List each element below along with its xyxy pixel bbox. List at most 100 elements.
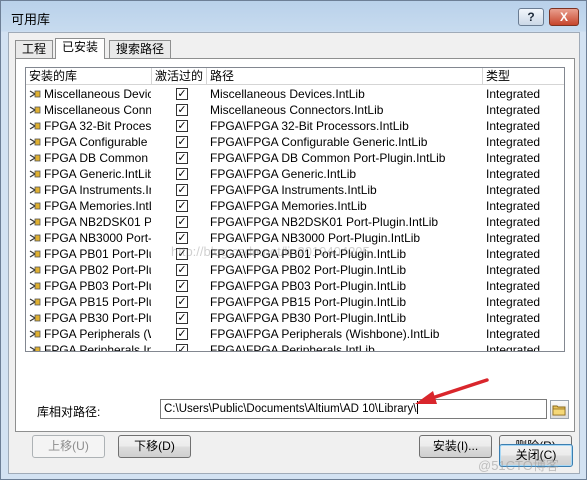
activated-cell: ✓ <box>152 166 207 182</box>
table-row[interactable]: FPGA PB30 Port-Plugin.IntLib ✓ FPGA\FPGA P… <box>26 310 564 326</box>
table-row[interactable]: FPGA 32-Bit Processors.IntLib ✓ FPGA\FPGA … <box>26 118 564 134</box>
library-type: Integrated <box>486 295 541 309</box>
installed-libraries-list[interactable]: 安装的库 激活过的 路径 类型 Miscellaneous Devices.In… <box>25 67 565 352</box>
library-plug-icon <box>29 202 41 210</box>
text-caret <box>417 401 419 414</box>
library-path: FPGA\FPGA Instruments.IntLib <box>210 183 377 197</box>
tab-project[interactable]: 工程 <box>15 40 54 59</box>
activated-cell: ✓ <box>152 342 207 351</box>
table-row[interactable]: FPGA PB03 Port-Plugin.IntLib ✓ FPGA\FPGA P… <box>26 278 564 294</box>
library-path: FPGA\FPGA Peripherals.IntLib <box>210 343 375 352</box>
library-plug-icon <box>29 298 41 306</box>
library-name: FPGA DB Common Port-Plugin.IntLib <box>44 151 151 165</box>
column-header-path[interactable]: 路径 <box>207 68 483 85</box>
library-name-cell: FPGA DB Common Port-Plugin.IntLib <box>26 150 151 166</box>
library-plug-icon <box>29 266 41 274</box>
library-type: Integrated <box>486 119 541 133</box>
library-plug-icon <box>29 346 41 351</box>
help-button[interactable]: ? <box>518 8 544 26</box>
title-bar[interactable]: 可用库 ? X <box>1 1 586 32</box>
move-up-button[interactable]: 上移(U) <box>32 435 105 458</box>
activated-checkbox[interactable]: ✓ <box>176 104 188 116</box>
watermark-url: http://blog.csdn.net/lin2010404205 <box>171 244 370 259</box>
activated-checkbox[interactable]: ✓ <box>176 88 188 100</box>
table-row[interactable]: FPGA DB Common Port-Plugin.IntLib ✓ FPGA\F… <box>26 150 564 166</box>
tab-installed[interactable]: 已安装 <box>55 38 106 59</box>
table-row[interactable]: Miscellaneous Devices.IntLib ✓ Miscellaneo… <box>26 86 564 102</box>
library-name-cell: FPGA Configurable Generic.IntLib <box>26 134 151 150</box>
table-row[interactable]: FPGA PB15 Port-Plugin.IntLib ✓ FPGA\FPGA P… <box>26 294 564 310</box>
table-row[interactable]: FPGA Generic.IntLib ✓ FPGA\FPGA Generic.In… <box>26 166 564 182</box>
library-name-cell: FPGA Generic.IntLib <box>26 166 151 182</box>
column-header-activated[interactable]: 激活过的 <box>152 68 207 85</box>
library-name-cell: FPGA PB30 Port-Plugin.IntLib <box>26 310 151 326</box>
activated-cell: ✓ <box>152 294 207 310</box>
library-name: FPGA Peripherals.IntLib <box>44 343 151 352</box>
activated-checkbox[interactable]: ✓ <box>176 280 188 292</box>
library-name: FPGA Memories.IntLib <box>44 199 151 213</box>
activated-checkbox[interactable]: ✓ <box>176 136 188 148</box>
browse-folder-button[interactable] <box>550 400 569 419</box>
move-down-button[interactable]: 下移(D) <box>118 435 191 458</box>
activated-checkbox[interactable]: ✓ <box>176 200 188 212</box>
list-header: 安装的库 激活过的 路径 类型 <box>26 68 564 85</box>
library-type: Integrated <box>486 231 541 245</box>
library-path: FPGA\FPGA Peripherals (Wishbone).IntLib <box>210 327 440 341</box>
library-plug-icon <box>29 330 41 338</box>
table-row[interactable]: FPGA Configurable Generic.IntLib ✓ FPGA\FP… <box>26 134 564 150</box>
activated-checkbox[interactable]: ✓ <box>176 168 188 180</box>
activated-checkbox[interactable]: ✓ <box>176 152 188 164</box>
activated-checkbox[interactable]: ✓ <box>176 184 188 196</box>
activated-checkbox[interactable]: ✓ <box>176 216 188 228</box>
activated-checkbox[interactable]: ✓ <box>176 328 188 340</box>
table-row[interactable]: FPGA NB2DSK01 Port-Plugin.IntLib ✓ FPGA\FP… <box>26 214 564 230</box>
column-header-type[interactable]: 类型 <box>483 68 564 85</box>
library-type: Integrated <box>486 135 541 149</box>
library-name-cell: FPGA PB02 Port-Plugin.IntLib <box>26 262 151 278</box>
activated-checkbox[interactable]: ✓ <box>176 312 188 324</box>
library-name: FPGA PB30 Port-Plugin.IntLib <box>44 311 151 325</box>
library-plug-icon <box>29 250 41 258</box>
table-row[interactable]: FPGA Peripherals (Wishbone).IntLib ✓ FPGA\… <box>26 326 564 342</box>
table-row[interactable]: Miscellaneous Connectors.IntLib ✓ Miscella… <box>26 102 564 118</box>
activated-cell: ✓ <box>152 198 207 214</box>
library-plug-icon <box>29 186 41 194</box>
library-plug-icon <box>29 282 41 290</box>
library-dialog: 可用库 ? X 工程 已安装 搜索路径 安装的库 激活过的 路径 类型 Misc… <box>0 0 587 480</box>
library-name: FPGA NB3000 Port-Plugin.IntLib <box>44 231 151 245</box>
activated-checkbox[interactable]: ✓ <box>176 296 188 308</box>
library-name-cell: FPGA 32-Bit Processors.IntLib <box>26 118 151 134</box>
activated-checkbox[interactable]: ✓ <box>176 232 188 244</box>
library-name-cell: FPGA NB3000 Port-Plugin.IntLib <box>26 230 151 246</box>
tab-search-path[interactable]: 搜索路径 <box>109 40 172 59</box>
library-relative-path-label: 库相对路径: <box>37 405 101 419</box>
library-plug-icon <box>29 314 41 322</box>
library-name: FPGA 32-Bit Processors.IntLib <box>44 119 151 133</box>
activated-checkbox[interactable]: ✓ <box>176 344 188 351</box>
library-name: FPGA PB02 Port-Plugin.IntLib <box>44 263 151 277</box>
activated-cell: ✓ <box>152 326 207 342</box>
library-path: Miscellaneous Connectors.IntLib <box>210 103 384 117</box>
column-header-name[interactable]: 安装的库 <box>26 68 152 85</box>
table-row[interactable]: FPGA PB02 Port-Plugin.IntLib ✓ FPGA\FPGA P… <box>26 262 564 278</box>
table-row[interactable]: FPGA Memories.IntLib ✓ FPGA\FPGA Memories.… <box>26 198 564 214</box>
library-name-cell: FPGA PB01 Port-Plugin.IntLib <box>26 246 151 262</box>
activated-cell: ✓ <box>152 102 207 118</box>
library-name: Miscellaneous Devices.IntLib <box>44 87 151 101</box>
close-window-button[interactable]: X <box>549 8 579 26</box>
library-path: Miscellaneous Devices.IntLib <box>210 87 365 101</box>
library-name-cell: FPGA Memories.IntLib <box>26 198 151 214</box>
table-row[interactable]: FPGA Peripherals.IntLib ✓ FPGA\FPGA Periph… <box>26 342 564 352</box>
library-plug-icon <box>29 234 41 242</box>
activated-checkbox[interactable]: ✓ <box>176 120 188 132</box>
library-name-cell: FPGA Instruments.IntLib <box>26 182 151 198</box>
folder-icon <box>552 405 566 416</box>
library-path: FPGA\FPGA 32-Bit Processors.IntLib <box>210 119 409 133</box>
library-relative-path-input[interactable]: C:\Users\Public\Documents\Altium\AD 10\L… <box>160 399 547 419</box>
library-type: Integrated <box>486 183 541 197</box>
activated-checkbox[interactable]: ✓ <box>176 264 188 276</box>
library-path: FPGA\FPGA NB2DSK01 Port-Plugin.IntLib <box>210 215 439 229</box>
table-row[interactable]: FPGA Instruments.IntLib ✓ FPGA\FPGA Instru… <box>26 182 564 198</box>
library-plug-icon <box>29 90 41 98</box>
library-name: FPGA PB15 Port-Plugin.IntLib <box>44 295 151 309</box>
